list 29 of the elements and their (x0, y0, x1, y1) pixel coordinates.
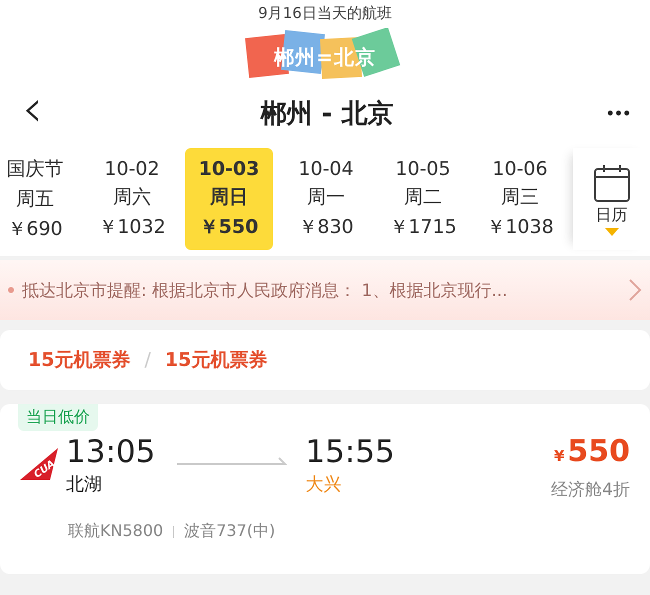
date-tab[interactable]: 10-03 周日 ￥550 (185, 148, 273, 250)
coupon-label[interactable]: 15元机票券 (164, 347, 268, 373)
back-button[interactable]: ‹ (18, 83, 47, 135)
price: ¥550 (554, 434, 630, 471)
flight-number: 联航KN5800 (68, 521, 164, 542)
date-tab[interactable]: 10-04 周一 ￥830 (282, 148, 370, 250)
low-price-tag: 当日低价 (18, 404, 98, 431)
bullet-icon (8, 287, 14, 293)
airline-logo-icon: CUA (18, 446, 60, 482)
page-title: 郴州 - 北京 (260, 98, 394, 130)
date-tab[interactable]: 国庆节 周五 ￥690 (0, 148, 79, 250)
calendar-button[interactable]: 日历 (573, 148, 650, 250)
caption: 9月16日当天的航班 (258, 4, 392, 24)
chevron-right-icon[interactable] (628, 278, 642, 302)
date-tab[interactable]: 10-05 周二 ￥1715 (379, 148, 467, 250)
date-tab[interactable]: 10-06 周三 ￥1038 (476, 148, 564, 250)
divider-slash: / (144, 349, 151, 371)
departure-airport: 北湖 (66, 473, 103, 496)
date-tab[interactable]: 10-02 周六 ￥1032 (88, 148, 176, 250)
flight-card[interactable]: 当日低价 CUA 13:05 北湖 15:55 大兴 ¥550 经济舱4折 联航KN5800 波音737(中) (0, 404, 650, 574)
aircraft-type: 波音737(中) (184, 521, 276, 542)
calendar-icon (592, 162, 630, 202)
more-button[interactable]: ••• (607, 102, 632, 124)
departure-time: 13:05 (66, 434, 156, 470)
caret-icon (604, 228, 618, 236)
coupon-label[interactable]: 15元机票券 (28, 347, 130, 373)
arrival-airport: 大兴 (305, 473, 342, 496)
arrival-time: 15:55 (305, 434, 395, 470)
cabin-discount: 经济舱4折 (551, 479, 630, 501)
